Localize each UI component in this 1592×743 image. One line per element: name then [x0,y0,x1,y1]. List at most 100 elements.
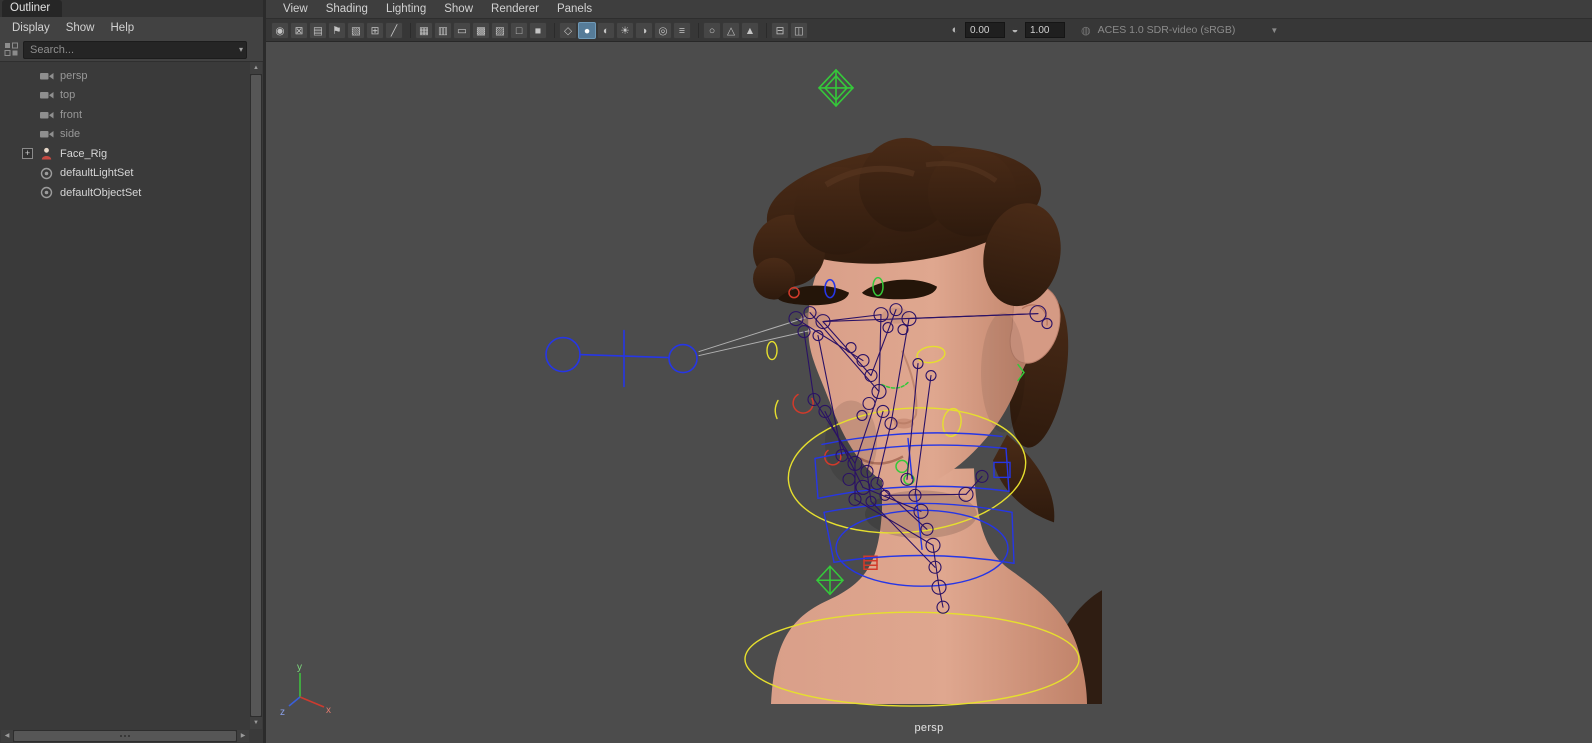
grease-pencil-icon[interactable]: ╱ [385,21,403,39]
scroll-left-icon[interactable]: ◀ [1,730,13,742]
constraint-lines [698,317,815,357]
list-item-face-rig[interactable]: + Face_Rig [0,144,250,164]
exposure-gamma-group: ◐ ◒ [948,22,1065,38]
shadows-icon[interactable]: ◑ [635,21,653,39]
pane-layout-icon[interactable]: ◫ [790,21,808,39]
object-set-icon [40,186,55,199]
outliner-menubar: Display Show Help [0,17,263,38]
color-management-icon: ◍ [1081,24,1091,37]
bookmark-icon[interactable]: ⚑ [328,21,346,39]
horizontal-scrollbar[interactable]: ◀ ▶ [1,730,249,742]
list-item-default-light-set[interactable]: defaultLightSet [0,164,250,184]
exposure-field[interactable] [965,22,1005,38]
toolbar-separator [695,22,699,38]
motion-blur-icon[interactable]: ≡ [673,21,691,39]
menu-renderer[interactable]: Renderer [482,1,548,17]
menu-panels[interactable]: Panels [548,1,601,17]
item-label: defaultLightSet [60,167,134,180]
list-item-persp[interactable]: persp [0,66,250,86]
smooth-shade-icon[interactable]: ● [578,21,596,39]
outliner-tab[interactable]: Outliner [2,0,63,17]
item-label: Face_Rig [60,147,108,160]
axis-y-label: y [297,662,302,673]
menu-lighting[interactable]: Lighting [377,1,435,17]
grid-icon[interactable]: ▦ [415,21,433,39]
view-transform-dropdown[interactable]: ◍ ACES 1.0 SDR-video (sRGB) ▼ [1081,24,1278,37]
camera-name-label: persp [914,722,944,734]
menu-help[interactable]: Help [103,20,143,36]
menu-show[interactable]: Show [435,1,482,17]
vertical-scroll-thumb[interactable] [251,75,261,716]
screen-space-ao-icon[interactable]: ◎ [654,21,672,39]
safe-action-icon[interactable]: □ [510,21,528,39]
viewport-menubar: View Shading Lighting Show Renderer Pane… [266,0,1592,19]
camera-attributes-icon[interactable]: ▤ [309,21,327,39]
gamma-toggle-icon[interactable]: ◒ [1008,24,1022,36]
use-all-lights-icon[interactable]: ☀ [616,21,634,39]
field-chart-icon[interactable]: ▨ [491,21,509,39]
toolbar-separator [407,22,411,38]
resolution-gate-icon[interactable]: ▭ [453,21,471,39]
camera-icon [40,69,55,82]
camera-icon [40,108,55,121]
list-item-default-object-set[interactable]: defaultObjectSet [0,183,250,203]
list-item-side[interactable]: side [0,125,250,145]
search-input[interactable] [23,40,247,59]
viewport-panel: View Shading Lighting Show Renderer Pane… [266,0,1592,743]
menu-display[interactable]: Display [4,20,58,36]
scroll-up-icon[interactable]: ▲ [250,62,262,74]
list-filter-icon[interactable] [4,42,19,57]
chevron-down-icon: ▼ [1270,25,1279,35]
camera-icon [40,89,55,102]
item-label: defaultObjectSet [60,186,142,199]
scene-3d[interactable] [266,43,1592,743]
textured-icon[interactable]: ◐ [597,21,615,39]
wireframe-icon[interactable]: ◇ [559,21,577,39]
list-item-front[interactable]: front [0,105,250,125]
scroll-down-icon[interactable]: ▼ [250,717,262,729]
outliner-list: persp top front side + Face_Rig defaultL… [0,64,250,729]
isolate-select-icon[interactable]: ○ [703,21,721,39]
axis-z-label: z [280,707,285,718]
item-label: side [60,128,81,141]
x-ray-icon[interactable]: △ [722,21,740,39]
menu-show[interactable]: Show [58,20,103,36]
menu-shading[interactable]: Shading [317,1,377,17]
outliner-search-row: ▾ [0,38,263,62]
outliner-panel: Outliner Display Show Help ▾ persp [0,0,263,743]
two-d-pan-zoom-icon[interactable]: ⊞ [366,21,384,39]
horizontal-scroll-thumb[interactable] [14,731,236,741]
toolbar-separator [763,22,767,38]
x-ray-joints-icon[interactable]: ▲ [741,21,759,39]
viewport-canvas[interactable]: y x z persp [266,43,1592,743]
character-rig-icon [40,147,55,160]
exposure-toggle-icon[interactable]: ◐ [948,24,962,36]
select-camera-icon[interactable]: ◉ [271,21,289,39]
toolbar-separator [551,22,555,38]
item-label: front [60,108,83,121]
viewport-toolbar-icons: ◉ ⊠ ▤ ⚑ ▧ ⊞ ╱ ▦ ▥ ▭ ▩ ▨ □ ■ ◇ ● ◐ ☀ ◑ ◎ ≡ ○ △ ▲ ⊟ ◫ [271,21,808,39]
view-transform-value: ACES 1.0 SDR-video (sRGB) [1097,24,1236,36]
menu-view[interactable]: View [274,1,317,17]
gate-mask-icon[interactable]: ▩ [472,21,490,39]
head-model [753,137,1102,705]
vertical-scrollbar[interactable]: ▲ ▼ [250,62,262,729]
item-label: top [60,89,76,102]
image-plane-icon[interactable]: ▧ [347,21,365,39]
axis-indicator: y x z [280,662,331,718]
expand-toggle[interactable]: + [22,148,33,160]
outliner-tab-row: Outliner [0,0,263,17]
viewport-toolbar: ◉⊠▤⚑▧⊞╱▦▥▭▩▨□■◇●◐☀◑◎≡○△▲⊟◫ ◐ ◒ ◍ ACES 1.… [266,19,1592,42]
safe-title-icon[interactable]: ■ [529,21,547,39]
search-dropdown-icon[interactable]: ▾ [239,45,243,54]
list-item-top[interactable]: top [0,86,250,106]
camera-icon [40,128,55,141]
film-gate-icon[interactable]: ▥ [434,21,452,39]
scroll-right-icon[interactable]: ▶ [237,730,249,742]
object-set-icon [40,167,55,180]
lock-camera-icon[interactable]: ⊠ [290,21,308,39]
tear-off-copy-icon[interactable]: ⊟ [771,21,789,39]
axis-x-label: x [326,705,331,716]
translate-control-top[interactable] [817,68,855,108]
gamma-field[interactable] [1025,22,1065,38]
